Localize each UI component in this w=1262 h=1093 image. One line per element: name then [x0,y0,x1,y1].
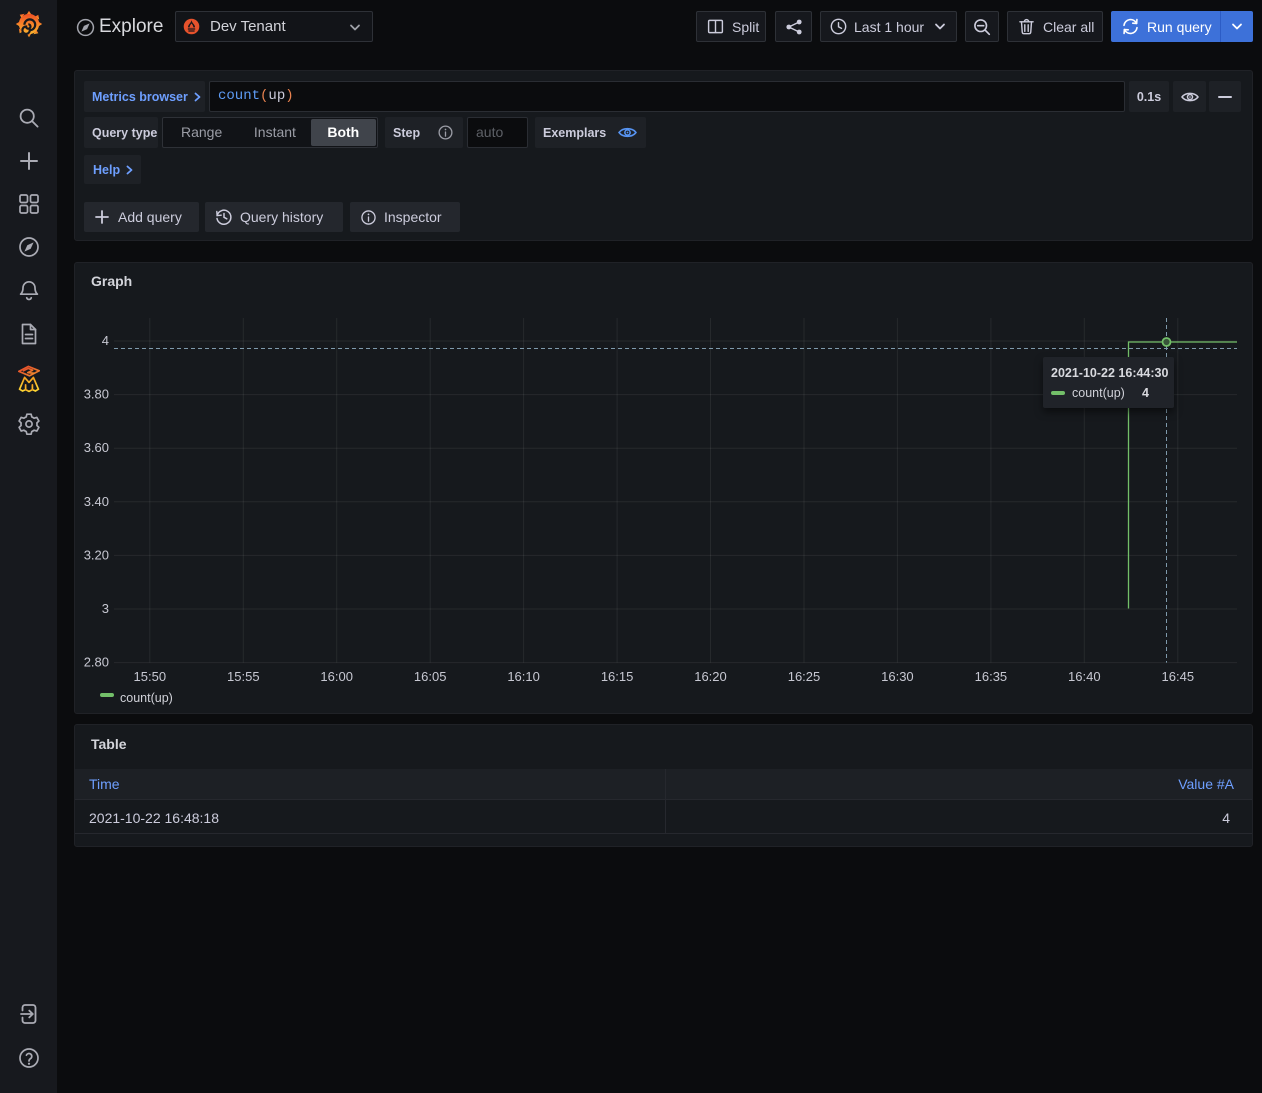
svg-text:4: 4 [102,333,109,348]
svg-text:16:35: 16:35 [975,669,1008,684]
svg-text:2.80: 2.80 [84,655,109,670]
svg-text:count(up): count(up) [120,691,173,705]
svg-text:16:05: 16:05 [414,669,447,684]
svg-text:16:10: 16:10 [507,669,540,684]
svg-text:3.60: 3.60 [84,440,109,455]
svg-text:16:30: 16:30 [881,669,914,684]
svg-text:3: 3 [102,601,109,616]
svg-text:16:45: 16:45 [1162,669,1195,684]
svg-text:3.20: 3.20 [84,547,109,562]
svg-text:16:15: 16:15 [601,669,634,684]
svg-text:16:25: 16:25 [788,669,821,684]
svg-text:3.40: 3.40 [84,494,109,509]
svg-text:16:40: 16:40 [1068,669,1101,684]
svg-text:15:50: 15:50 [134,669,167,684]
svg-text:3.80: 3.80 [84,387,109,402]
svg-text:16:00: 16:00 [320,669,353,684]
svg-text:15:55: 15:55 [227,669,260,684]
svg-text:16:20: 16:20 [694,669,727,684]
